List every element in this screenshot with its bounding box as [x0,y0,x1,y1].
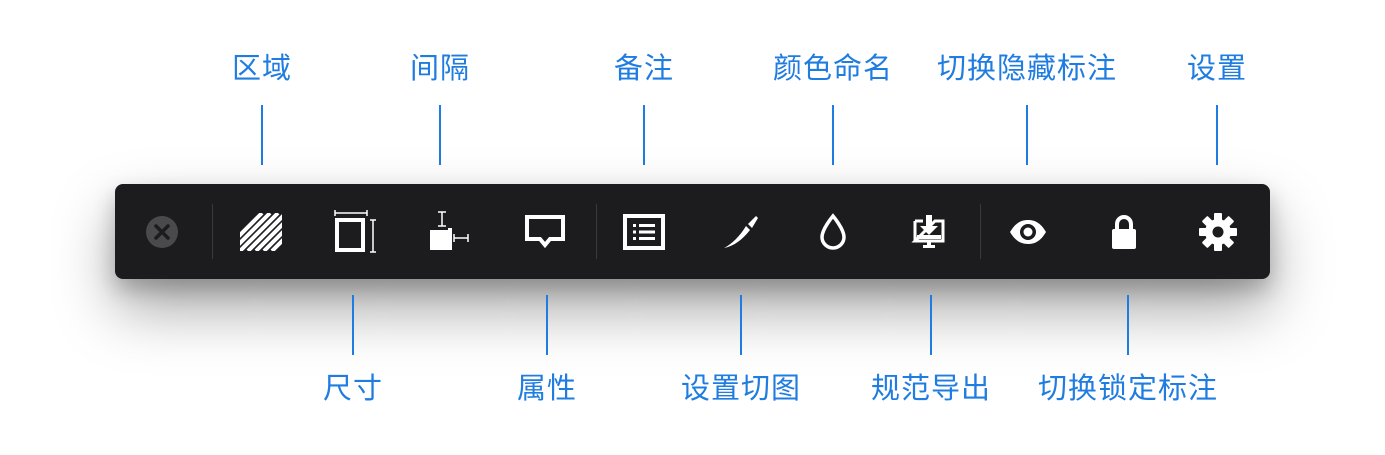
label-spacing: 间隔 [409,51,471,85]
gear-icon [1199,212,1237,251]
label-export: 规范导出 [870,371,992,405]
toolbar-separator [212,204,213,259]
connector-settings [1216,105,1218,165]
connector-spacing [439,105,441,165]
tool-slice-button[interactable] [700,184,780,279]
label-settings: 设置 [1186,51,1248,85]
label-color-naming: 颜色命名 [772,51,894,85]
connector-size [352,295,354,355]
download-export-icon [911,214,945,248]
tool-area-button[interactable] [221,184,301,279]
speech-bubble-icon [525,214,565,248]
knife-slice-icon [724,215,758,248]
label-properties: 属性 [516,371,578,405]
inspector-toolbar [115,184,1270,279]
tool-spacing-button[interactable] [410,184,490,279]
tool-size-button[interactable] [315,184,395,279]
toggle-hide-annotations-button[interactable] [988,184,1068,279]
connector-notes [643,105,645,165]
settings-button[interactable] [1178,184,1258,279]
droplet-icon [820,212,846,250]
list-note-icon [623,213,665,250]
dimension-box-icon [334,209,376,253]
label-size: 尺寸 [322,371,384,405]
connector-properties [546,295,548,355]
label-area: 区域 [231,51,293,85]
connector-color-naming [832,105,834,165]
connector-toggle-lock [1127,295,1129,355]
close-button[interactable] [122,184,202,279]
toolbar-separator [596,204,597,259]
toggle-lock-annotations-button[interactable] [1084,184,1164,279]
close-circle-icon [146,215,178,248]
label-toggle-hide: 切换隐藏标注 [936,51,1118,85]
connector-slice [740,295,742,355]
spacing-measure-icon [430,210,469,250]
toolbar-separator [980,204,981,259]
label-toggle-lock: 切换锁定标注 [1037,371,1219,405]
label-slice: 设置切图 [680,371,802,405]
tool-color-naming-button[interactable] [793,184,873,279]
tool-export-button[interactable] [889,184,969,279]
label-notes: 备注 [613,51,675,85]
connector-toggle-hide [1026,105,1028,165]
tool-notes-button[interactable] [604,184,684,279]
padlock-icon [1112,214,1136,249]
connector-export [930,295,932,355]
eye-icon [1010,219,1046,244]
tool-properties-button[interactable] [505,184,585,279]
hatched-area-icon [240,212,282,251]
connector-area [261,105,263,165]
